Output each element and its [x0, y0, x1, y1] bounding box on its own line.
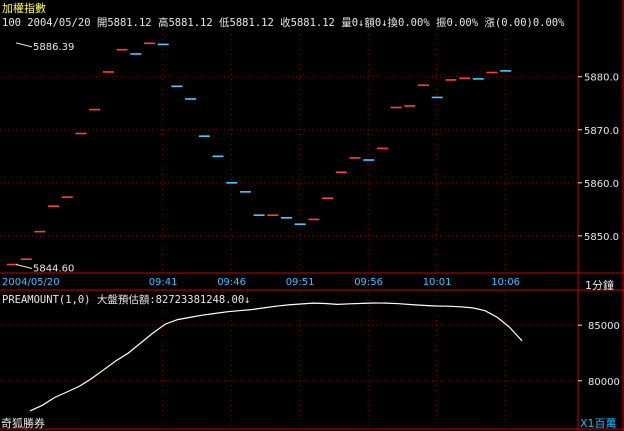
main-y-tick-label: 5880.0 [584, 73, 619, 84]
main-y-tick-label: 5870.0 [584, 126, 619, 137]
chart-frame [0, 0, 624, 431]
unit-label: X1百萬 [580, 417, 617, 430]
x-tick-label: 10:01 [423, 277, 452, 288]
x-tick-label: 09:56 [354, 277, 383, 288]
annotation-leader [15, 264, 33, 269]
chart-canvas[interactable]: 5850.0 5860.0 5870.0 5880.0 2004/05/20 09:41… [0, 0, 624, 431]
indicator-y-tick-label: 85000 [588, 321, 620, 332]
indicator-line [29, 302, 523, 412]
x-tick-label: 09:51 [286, 277, 315, 288]
x-tick-label: 2004/05/20 [2, 277, 60, 288]
interval-label[interactable]: 1分鐘 [585, 277, 614, 293]
indicator-y-tick-label: 80000 [588, 377, 620, 388]
x-tick-label: 09:41 [149, 277, 178, 288]
indicator-marks [29, 302, 523, 412]
x-tick-label: 09:46 [217, 277, 246, 288]
main-y-tick-label: 5850.0 [584, 232, 619, 243]
indicator-y-axis: 80000 85000 [578, 321, 620, 388]
indicator-label: PREAMOUNT(1,0) 大盤預估額:82723381248.00↓ [2, 294, 251, 306]
annotation-label: 5844.60 [33, 264, 74, 275]
main-y-axis: 5850.0 5860.0 5870.0 5880.0 [578, 73, 619, 243]
annotation-leader [15, 42, 33, 48]
price-marks [7, 42, 512, 266]
indicator-gridlines [0, 290, 578, 428]
annotation-label: 5886.39 [33, 42, 74, 53]
x-axis: 2004/05/20 09:41 09:46 09:51 09:56 10:01 10:06 [2, 277, 520, 288]
main-gridlines [0, 29, 578, 273]
broker-name: 奇狐勝券 [1, 417, 45, 430]
main-y-tick-label: 5860.0 [584, 179, 619, 190]
x-tick-label: 10:06 [491, 277, 520, 288]
